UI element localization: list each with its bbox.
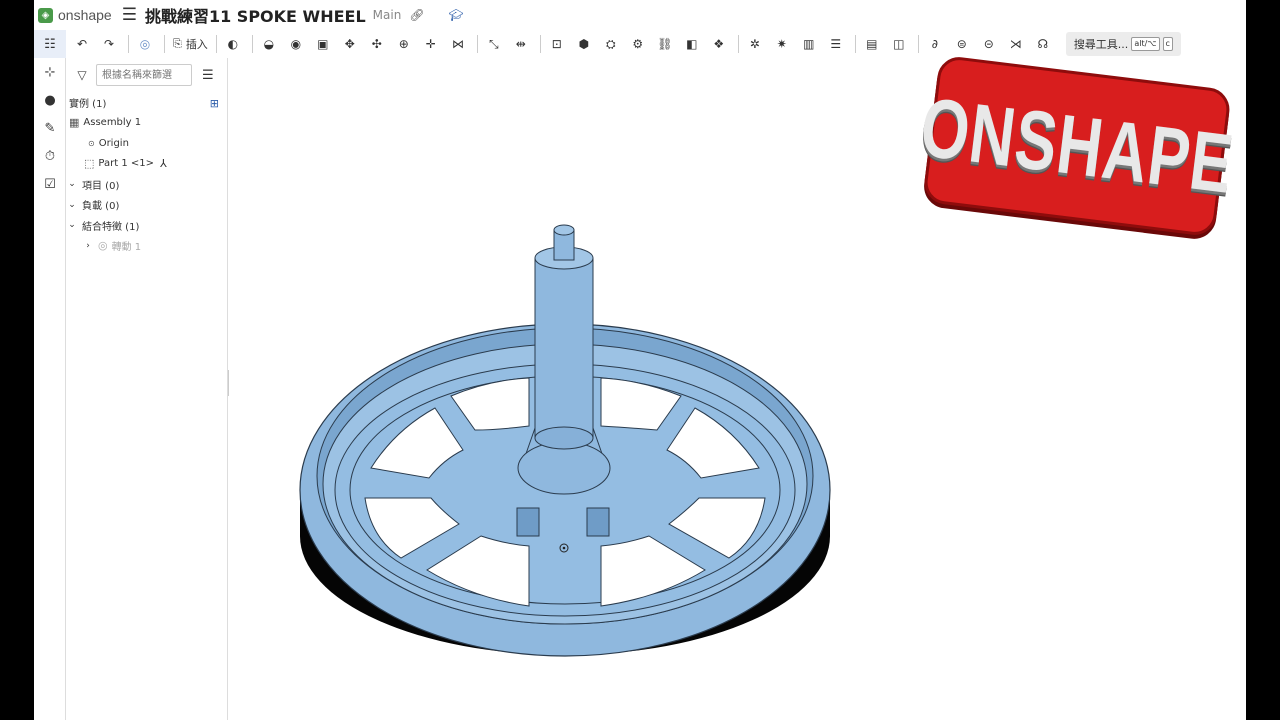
fixed-icon: ⅄ [160, 157, 167, 171]
tree-item-assembly[interactable]: ▦ Assembly 1 [66, 113, 227, 134]
simulation-icon[interactable]: ⊜ [950, 32, 974, 56]
explode-icon[interactable]: ▥ [797, 32, 821, 56]
chevron-down-icon[interactable]: ⌄ [66, 200, 78, 210]
revolute-label: 轉動 1 [111, 242, 142, 254]
screw-relation-icon[interactable]: ⛓ [653, 32, 677, 56]
document-title[interactable]: 挑戰練習11 SPOKE WHEEL [145, 3, 366, 27]
chevron-right-icon[interactable]: › [82, 241, 94, 251]
items-label: 項目 (0) [82, 180, 120, 192]
assembly-label: Assembly 1 [83, 117, 142, 129]
link-icon[interactable]: 🔗︎ [409, 8, 424, 22]
fastened-mate-icon[interactable]: ◐ [221, 32, 245, 56]
shortcut-key-c: c [1162, 37, 1173, 51]
notes-icon[interactable]: ✎ [34, 114, 66, 142]
circular-pattern-icon[interactable]: ✷ [770, 32, 794, 56]
search-tools-button[interactable]: 搜尋工具... alt/⌥ c [1065, 32, 1181, 56]
tree-item-revolute[interactable]: › ◎ 轉動 1 [66, 236, 227, 257]
chevron-down-icon[interactable]: ⌄ [66, 220, 78, 230]
redo-icon[interactable]: ↷ [97, 32, 121, 56]
insert-icon: ⎘ [173, 37, 182, 50]
tangent-mate-icon[interactable]: ⋈ [446, 32, 470, 56]
pin-slot-mate-icon[interactable]: ✣ [365, 32, 389, 56]
part-icon: ⬚ [84, 157, 95, 171]
chevron-down-icon[interactable]: ⌄ [66, 179, 78, 189]
header-bar: ◈ onshape ☰ 挑戰練習11 SPOKE WHEEL Main 🔗︎ 🎓… [34, 0, 1246, 30]
loads-label: 負載 (0) [82, 201, 120, 213]
part-label: Part 1 <1> [98, 158, 154, 170]
search-tools-label: 搜尋工具... [1073, 38, 1129, 51]
mate-connector-icon[interactable]: ⤡ [482, 32, 506, 56]
revolute-icon: ◎ [98, 239, 108, 253]
toolbar: ↶ ↷ ◎ ⎘ 插入 ◐ ◒ ◉ ▣ ✥ ✣ ⊕ ✛ ⋈ ⤡ ⇹ ⊡ ⬢ ⛭ ⚙… [34, 30, 1246, 58]
instances-header[interactable]: 實例 (1) ⊞ [66, 92, 227, 113]
bom-icon[interactable]: ▤ [860, 32, 884, 56]
onshape-logo[interactable]: ◈ onshape [38, 7, 112, 23]
tree-item-loads[interactable]: ⌄ 負載 (0) [66, 195, 227, 216]
learning-center-icon[interactable]: 🎓︎ [449, 8, 464, 22]
origin-label: Origin [98, 137, 129, 149]
relation-icon[interactable]: ⬢ [572, 32, 596, 56]
linear-pattern-icon[interactable]: ✲ [743, 32, 767, 56]
branch-label[interactable]: Main [373, 8, 402, 22]
explode-view-icon[interactable]: ⋊ [1004, 32, 1028, 56]
tree-item-origin[interactable]: ⊙ Origin [66, 133, 227, 154]
origin-icon: ⊙ [88, 138, 95, 148]
list-view-icon[interactable]: ☰ [202, 68, 214, 83]
insert-label: 插入 [185, 38, 208, 51]
tree-item-mates[interactable]: ⌄ 結合特徵 (1) [66, 215, 227, 236]
revolute-mate-icon[interactable]: ◒ [257, 32, 281, 56]
app-window: ◈ onshape ☰ 挑戰練習11 SPOKE WHEEL Main 🔗︎ 🎓… [34, 0, 1246, 720]
mates-label: 結合特徵 (1) [82, 221, 140, 233]
parallel-mate-icon[interactable]: ✛ [419, 32, 443, 56]
tree-item-part[interactable]: ⬚ Part 1 <1> ⅄ [66, 154, 227, 175]
instance-list-panel: ▽ ☰ 實例 (1) ⊞ ▦ Assembly 1 ⊙ Origin ⬚ Par… [66, 58, 228, 720]
logo-text: onshape [58, 7, 112, 23]
group-icon[interactable]: ⊡ [545, 32, 569, 56]
width-mate-icon[interactable]: ⇹ [509, 32, 533, 56]
undo-icon[interactable]: ↶ [70, 32, 94, 56]
ball-mate-icon[interactable]: ⊕ [392, 32, 416, 56]
planar-mate-icon[interactable]: ▣ [311, 32, 335, 56]
onshape-logo-icon: ◈ [38, 7, 53, 23]
named-position-icon[interactable]: ☰ [824, 32, 848, 56]
cylindrical-mate-icon[interactable]: ✥ [338, 32, 362, 56]
section-view-icon[interactable]: ⊝ [977, 32, 1001, 56]
slider-mate-icon[interactable]: ◉ [284, 32, 308, 56]
filter-icon[interactable]: ▽ [70, 68, 94, 82]
feature-list-icon[interactable]: ☷ [34, 30, 66, 58]
measure-icon[interactable]: ◫ [887, 32, 911, 56]
gear-relation-icon[interactable]: ⛭ [599, 32, 623, 56]
replicate-icon[interactable]: ❖ [707, 32, 731, 56]
insert-button[interactable]: ⎘ 插入 [169, 32, 212, 56]
rack-pinion-icon[interactable]: ⚙ [626, 32, 650, 56]
mate-features-icon[interactable]: ⊹ [34, 58, 66, 86]
regenerate-icon[interactable]: ◎ [133, 32, 157, 56]
left-rail: ☷ ⊹ ● ✎ ⏱ ☑ [34, 30, 66, 720]
comments-icon[interactable]: ● [34, 86, 66, 114]
badge-text: ONSHAPE [915, 80, 1239, 212]
filter-row: ▽ ☰ [66, 58, 227, 92]
history-icon[interactable]: ⏱ [34, 142, 66, 170]
menu-icon[interactable]: ☰ [122, 5, 137, 25]
shortcut-key-alt: alt/⌥ [1131, 37, 1160, 51]
linear-relation-icon[interactable]: ◧ [680, 32, 704, 56]
motion-icon[interactable]: ∂ [923, 32, 947, 56]
assembly-icon: ▦ [69, 116, 80, 130]
checklist-icon[interactable]: ☑ [34, 170, 66, 198]
tree-item-items[interactable]: ⌄ 項目 (0) [66, 174, 227, 195]
instances-label: 實例 (1) [69, 98, 107, 110]
add-folder-icon[interactable]: ⊞ [210, 97, 219, 110]
filter-input[interactable] [96, 64, 192, 86]
animate-icon[interactable]: ☊ [1031, 32, 1055, 56]
